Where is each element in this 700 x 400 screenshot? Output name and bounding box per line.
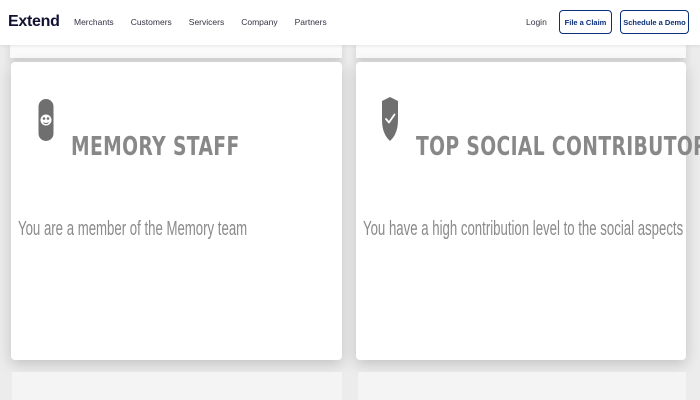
login-link[interactable]: Login xyxy=(526,17,547,27)
file-claim-button[interactable]: File a Claim xyxy=(559,10,612,34)
nav-link-partners[interactable]: Partners xyxy=(295,17,327,27)
nav-link-merchants[interactable]: Merchants xyxy=(74,17,114,27)
badge-card-memory-staff: MEMORY STAFF You are a member of the Mem… xyxy=(11,62,342,360)
next-card-left xyxy=(12,372,342,400)
card-title: TOP SOCIAL CONTRIBUTOR xyxy=(416,132,700,162)
nav-link-customers[interactable]: Customers xyxy=(131,17,172,27)
card-title: MEMORY STAFF xyxy=(71,132,240,162)
nav-links: Merchants Customers Servicers Company Pa… xyxy=(74,17,344,27)
logo[interactable]: Extend xyxy=(8,13,60,31)
shield-check-icon xyxy=(382,97,398,141)
nav-link-company[interactable]: Company xyxy=(241,17,277,27)
top-navigation: Extend Merchants Customers Servicers Com… xyxy=(0,0,700,45)
card-description: You are a member of the Memory team xyxy=(18,218,248,240)
card-description: You have a high contribution level to th… xyxy=(363,218,684,240)
badge-card-top-social-contributor: TOP SOCIAL CONTRIBUTOR You have a high c… xyxy=(356,62,700,360)
schedule-demo-button[interactable]: Schedule a Demo xyxy=(620,10,689,34)
nav-link-servicers[interactable]: Servicers xyxy=(189,17,224,27)
next-card-right xyxy=(358,372,686,400)
memory-badge-icon xyxy=(38,99,54,141)
